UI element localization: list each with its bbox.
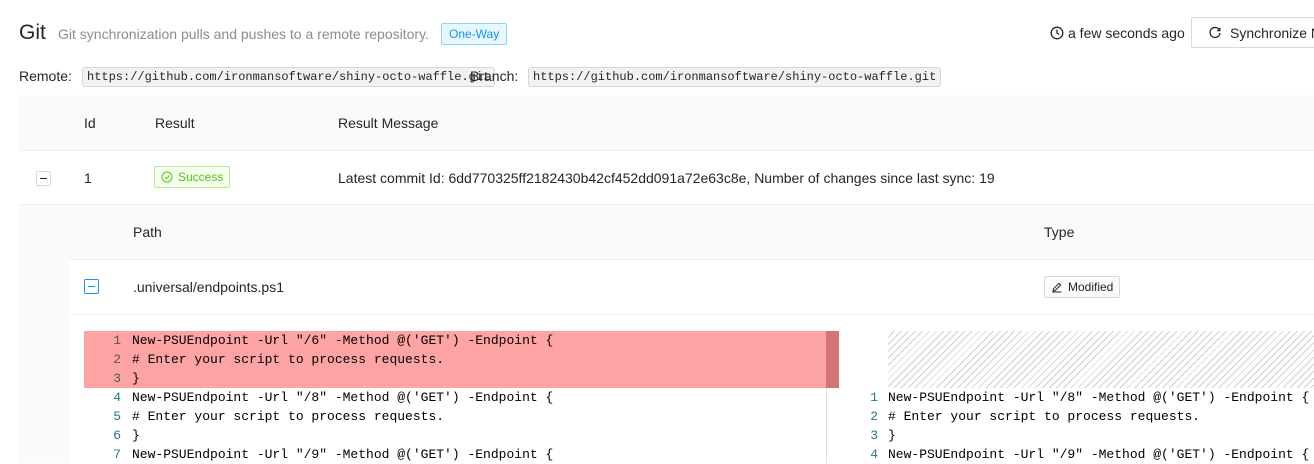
column-result-message[interactable]: Result Message <box>338 115 438 131</box>
line-number: 2 <box>113 352 121 367</box>
line-number: 3 <box>113 371 121 386</box>
code-line-deleted: } <box>132 371 140 386</box>
remote-value: https://github.com/ironmansoftware/shiny… <box>82 67 496 87</box>
code-line: New-PSUEndpoint -Url "/9" -Method @('GET… <box>888 447 1310 462</box>
line-number: 5 <box>113 409 121 424</box>
code-line: # Enter your script to process requests. <box>132 409 445 424</box>
synchronize-button[interactable]: Synchronize N <box>1191 17 1314 48</box>
change-path: .universal/endpoints.ps1 <box>133 279 284 295</box>
code-line: New-PSUEndpoint -Url "/8" -Method @('GET… <box>132 390 554 405</box>
sync-mode-tag: One-Way <box>441 23 508 45</box>
line-number: 4 <box>870 447 878 462</box>
code-line: # Enter your script to process requests. <box>888 409 1201 424</box>
status-badge-label: Success <box>178 170 224 184</box>
code-line-deleted: New-PSUEndpoint -Url "/6" -Method @('GET… <box>132 333 554 348</box>
line-number: 6 <box>113 428 121 443</box>
page-title: Git <box>19 21 46 44</box>
diff-scrollbar-track[interactable] <box>826 388 827 463</box>
status-badge: Success <box>154 166 231 188</box>
table-row[interactable]: 1 Success Latest commit Id: 6dd770325ff2… <box>19 151 1314 205</box>
change-type-label: Modified <box>1068 280 1114 294</box>
table-header: Id Result Result Message <box>19 95 1314 151</box>
diff-overview-marker <box>826 331 839 388</box>
code-line: New-PSUEndpoint -Url "/9" -Method @('GET… <box>132 447 554 462</box>
clock-icon <box>1050 26 1064 40</box>
collapse-change-button[interactable] <box>84 279 99 294</box>
branch-label: Branch: <box>470 68 519 84</box>
changes-table-header: Path Type <box>69 205 1314 260</box>
code-line-deleted: # Enter your script to process requests. <box>132 352 445 367</box>
remote-label: Remote: <box>19 68 72 84</box>
page-subtitle: Git synchronization pulls and pushes to … <box>58 26 429 42</box>
code-line: } <box>888 428 896 443</box>
branch-value: https://github.com/ironmansoftware/shiny… <box>528 67 942 87</box>
diff-placeholder-hatch <box>888 331 1314 388</box>
line-number: 1 <box>870 390 878 405</box>
result-message: Latest commit Id: 6dd770325ff2182430b42c… <box>338 170 995 186</box>
code-line: New-PSUEndpoint -Url "/8" -Method @('GET… <box>888 390 1310 405</box>
edit-icon <box>1052 282 1062 293</box>
check-circle-icon <box>161 171 173 183</box>
code-line: } <box>132 428 140 443</box>
column-result[interactable]: Result <box>155 115 195 131</box>
row-id: 1 <box>84 170 92 186</box>
last-sync-text: a few seconds ago <box>1068 25 1185 41</box>
change-type-badge: Modified <box>1044 276 1121 298</box>
sync-icon <box>1209 26 1221 38</box>
column-path[interactable]: Path <box>133 224 162 240</box>
line-number: 1 <box>113 333 121 348</box>
line-number: 7 <box>113 447 121 462</box>
changes-row[interactable]: .universal/endpoints.ps1 Modified <box>69 260 1314 315</box>
column-id[interactable]: Id <box>84 115 96 131</box>
line-number: 4 <box>113 390 121 405</box>
last-sync-time: a few seconds ago <box>1050 25 1185 41</box>
column-type[interactable]: Type <box>1044 224 1074 240</box>
line-number: 3 <box>870 428 878 443</box>
synchronize-button-label: Synchronize N <box>1230 24 1314 41</box>
line-number: 2 <box>870 409 878 424</box>
collapse-row-button[interactable] <box>36 171 51 186</box>
